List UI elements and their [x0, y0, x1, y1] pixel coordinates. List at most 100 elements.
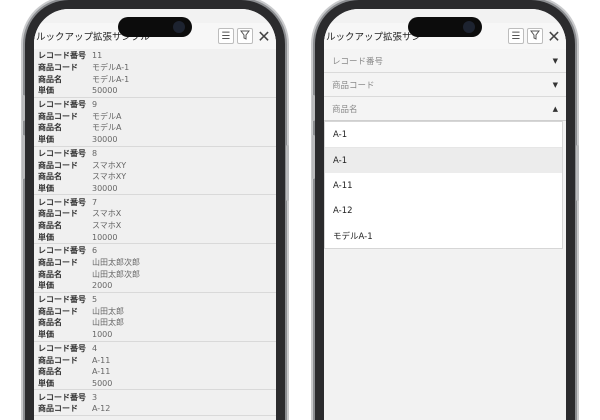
label-record-no: レコード番号: [38, 100, 86, 110]
side-button: [22, 135, 25, 179]
label-product-code: 商品コード: [38, 209, 78, 219]
value-product-code: モデルA: [92, 111, 122, 121]
value-product-code: A-12: [92, 404, 111, 414]
side-button: [576, 145, 579, 201]
label-record-no: レコード番号: [38, 295, 86, 305]
label-product-code: 商品コード: [38, 111, 78, 121]
value-record-no: 4: [92, 343, 98, 353]
sort-button[interactable]: ☰: [508, 28, 524, 44]
side-button: [22, 95, 25, 121]
dropdown-option[interactable]: A-1: [325, 148, 562, 173]
value-price: 10000: [92, 232, 118, 242]
side-button: [286, 145, 289, 201]
filter-icon: [240, 30, 250, 43]
record-list: レコード番号 11 商品コード モデルA-1 商品名 モデルA-1 単価 50000 レ…: [34, 49, 276, 420]
list-item[interactable]: レコード番号 9 商品コード モデルA 商品名 モデルA 単価 30000: [34, 98, 276, 147]
value-record-no: 3: [92, 392, 98, 402]
label-product-name: 商品名: [38, 172, 62, 182]
camera-icon: [173, 21, 185, 33]
label-product-code: 商品コード: [38, 160, 78, 170]
label-record-no: レコード番号: [38, 392, 86, 402]
close-button[interactable]: ✕: [256, 26, 272, 46]
filter-panel: レコード番号 ▼ 商品コード ▼ 商品名 ▲ A-1 A-1 A-11 A-12…: [324, 49, 566, 420]
caret-up-icon: ▲: [552, 104, 558, 113]
label-record-no: レコード番号: [38, 51, 86, 61]
value-record-no: 8: [92, 148, 98, 158]
value-price: 50000: [92, 86, 118, 96]
value-product-name: スマホXY: [92, 172, 127, 182]
value-product-code: スマホXY: [92, 160, 127, 170]
filter-button[interactable]: [237, 28, 253, 44]
label-product-name: 商品名: [38, 318, 62, 328]
value-product-code: モデルA-1: [92, 63, 130, 73]
label-product-code: 商品コード: [38, 63, 78, 73]
value-product-code: 山田太郎次郎: [92, 258, 140, 268]
screen-filter: ルックアップ拡張サン ☰ ✕ レコード番号 ▼ 商品コード ▼ 商品名 ▲ A-…: [324, 9, 566, 420]
dropdown-option[interactable]: A-12: [325, 198, 562, 223]
value-product-code: スマホX: [92, 209, 122, 219]
label-product-name: 商品名: [38, 74, 62, 84]
side-button: [312, 135, 315, 179]
sort-icon: ☰: [221, 30, 231, 42]
dropdown-list: A-1 A-1 A-11 A-12 モデルA-1: [324, 121, 563, 249]
value-record-no: 9: [92, 100, 98, 110]
product-code-select[interactable]: 商品コード ▼: [324, 73, 566, 97]
list-item[interactable]: レコード番号 7 商品コード スマホX 商品名 スマホX 単価 10000: [34, 195, 276, 244]
sort-icon: ☰: [511, 30, 521, 42]
label-product-name: 商品名: [38, 123, 62, 133]
sort-button[interactable]: ☰: [218, 28, 234, 44]
list-item[interactable]: レコード番号 8 商品コード スマホXY 商品名 スマホXY 単価 30000: [34, 147, 276, 196]
label-price: 単価: [38, 330, 54, 340]
label-product-name: 商品名: [38, 367, 62, 377]
label-price: 単価: [38, 135, 54, 145]
list-item[interactable]: レコード番号 11 商品コード モデルA-1 商品名 モデルA-1 単価 50000: [34, 49, 276, 98]
value-record-no: 11: [92, 51, 103, 61]
select-placeholder: レコード番号: [332, 56, 384, 67]
caret-down-icon: ▼: [552, 80, 558, 89]
screen-records: ルックアップ拡張サンプル ☰ ✕ レコード番号 11 商品コード モデルA-1 商品…: [34, 9, 276, 420]
dynamic-island: [408, 17, 482, 37]
label-price: 単価: [38, 281, 54, 291]
close-icon: ✕: [257, 26, 271, 46]
label-record-no: レコード番号: [38, 197, 86, 207]
list-item[interactable]: レコード番号 3 商品コード A-12: [34, 390, 276, 416]
label-record-no: レコード番号: [38, 246, 86, 256]
value-price: 30000: [92, 183, 118, 193]
value-product-name: モデルA-1: [92, 74, 130, 84]
phone-left: ルックアップ拡張サンプル ☰ ✕ レコード番号 11 商品コード モデルA-1 商品…: [25, 0, 285, 420]
value-product-name: 山田太郎次郎: [92, 269, 140, 279]
filter-icon: [530, 30, 540, 43]
label-product-code: 商品コード: [38, 258, 78, 268]
value-product-code: 山田太郎: [92, 306, 124, 316]
label-price: 単価: [38, 232, 54, 242]
side-button: [312, 95, 315, 121]
label-price: 単価: [38, 86, 54, 96]
close-icon: ✕: [547, 26, 561, 46]
value-product-name: 山田太郎: [92, 318, 124, 328]
dropdown-option[interactable]: A-11: [325, 173, 562, 198]
filter-button[interactable]: [527, 28, 543, 44]
record-no-select[interactable]: レコード番号 ▼: [324, 49, 566, 73]
list-item[interactable]: レコード番号 5 商品コード 山田太郎 商品名 山田太郎 単価 1000: [34, 293, 276, 342]
caret-down-icon: ▼: [552, 56, 558, 65]
select-placeholder: 商品コード: [332, 80, 375, 91]
list-item[interactable]: レコード番号 6 商品コード 山田太郎次郎 商品名 山田太郎次郎 単価 2000: [34, 244, 276, 293]
value-product-name: モデルA: [92, 123, 122, 133]
value-record-no: 7: [92, 197, 98, 207]
dropdown-option[interactable]: モデルA-1: [325, 223, 562, 248]
list-item[interactable]: レコード番号 4 商品コード A-11 商品名 A-11 単価 5000: [34, 342, 276, 391]
search-input[interactable]: A-1: [325, 122, 562, 148]
select-placeholder: 商品名: [332, 104, 358, 115]
value-product-code: A-11: [92, 355, 111, 365]
value-record-no: 5: [92, 295, 98, 305]
label-product-code: 商品コード: [38, 306, 78, 316]
value-record-no: 6: [92, 246, 98, 256]
dynamic-island: [118, 17, 192, 37]
value-price: 1000: [92, 330, 113, 340]
product-name-select[interactable]: 商品名 ▲: [324, 97, 566, 121]
close-button[interactable]: ✕: [546, 26, 562, 46]
value-product-name: A-11: [92, 367, 111, 377]
camera-icon: [463, 21, 475, 33]
label-price: 単価: [38, 183, 54, 193]
phone-right: ルックアップ拡張サン ☰ ✕ レコード番号 ▼ 商品コード ▼ 商品名 ▲ A-…: [315, 0, 575, 420]
